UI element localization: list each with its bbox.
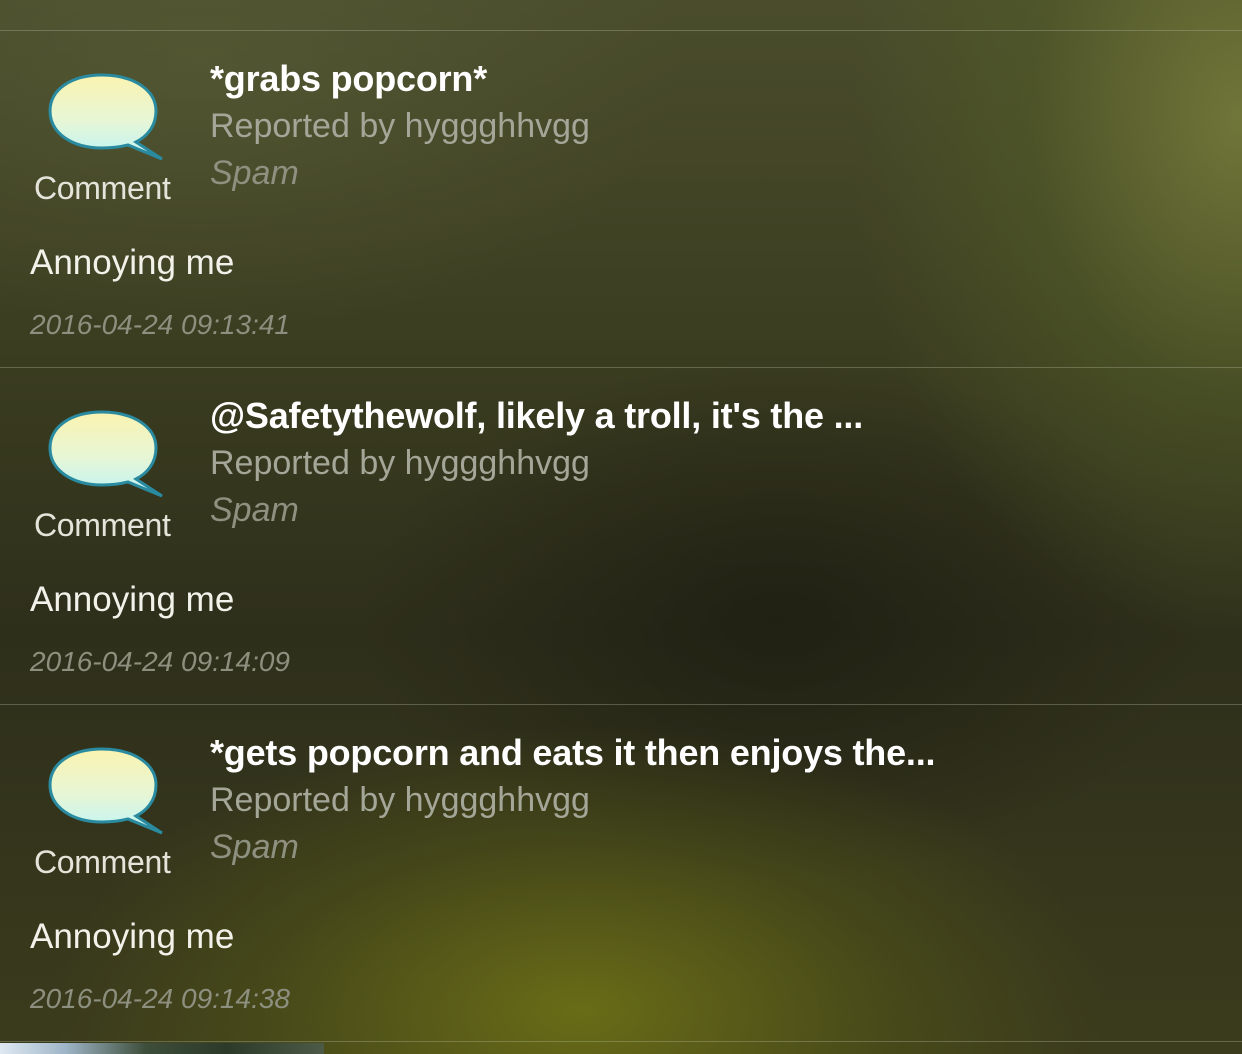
report-note: Annoying me	[30, 243, 235, 282]
report-reason: Spam	[210, 491, 299, 529]
speech-bubble-icon	[44, 408, 164, 503]
top-partial-row	[0, 0, 1242, 30]
row-divider	[0, 1041, 1242, 1042]
next-row-thumbnail	[0, 1043, 324, 1054]
report-list-item[interactable]: Comment *grabs popcorn* Reported by hygg…	[0, 31, 1242, 367]
report-reason: Spam	[210, 828, 299, 866]
report-timestamp: 2016-04-24 09:14:09	[30, 646, 290, 677]
reporter-name: Reported by hyggghhvgg	[210, 781, 590, 819]
report-list-item[interactable]: Comment @Safetythewolf, likely a troll, …	[0, 368, 1242, 704]
reporter-name: Reported by hyggghhvgg	[210, 107, 590, 145]
report-reason: Spam	[210, 154, 299, 192]
report-note: Annoying me	[30, 580, 235, 619]
report-timestamp: 2016-04-24 09:14:38	[30, 983, 290, 1014]
speech-bubble-icon	[44, 71, 164, 166]
speech-bubble-icon	[44, 745, 164, 840]
report-list-item[interactable]: Comment *gets popcorn and eats it then e…	[0, 705, 1242, 1041]
report-type-label: Comment	[34, 844, 171, 880]
report-timestamp: 2016-04-24 09:13:41	[30, 309, 290, 340]
reporter-name: Reported by hyggghhvgg	[210, 444, 590, 482]
report-type-label: Comment	[34, 170, 171, 206]
report-note: Annoying me	[30, 917, 235, 956]
reported-content-title[interactable]: *gets popcorn and eats it then enjoys th…	[210, 732, 936, 774]
reported-content-title[interactable]: @Safetythewolf, likely a troll, it's the…	[210, 395, 863, 437]
report-type-label: Comment	[34, 507, 171, 543]
reported-content-title[interactable]: *grabs popcorn*	[210, 58, 487, 100]
